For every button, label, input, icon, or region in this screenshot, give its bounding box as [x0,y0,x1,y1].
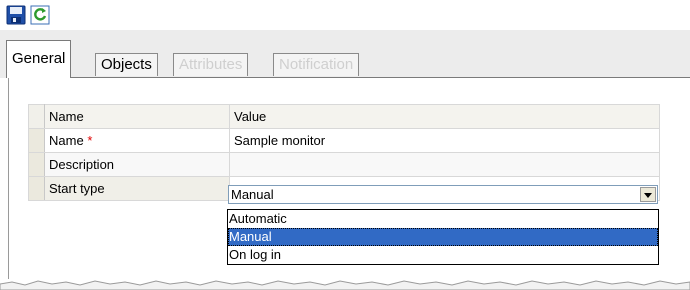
tab-general[interactable]: General [6,40,72,78]
torn-edge [0,280,690,290]
row-gutter [28,152,45,177]
tab-objects[interactable]: Objects [95,53,158,76]
refresh-icon[interactable] [30,5,50,25]
save-icon[interactable] [6,5,26,25]
option-on-log-in[interactable]: On log in [228,246,658,264]
table-row[interactable]: Name * Sample monitor [28,128,660,153]
property-label: Name [49,133,84,148]
start-type-dropdown-list: Automatic Manual On log in [227,209,659,265]
name-value-field[interactable]: Sample monitor [229,128,660,153]
start-type-select[interactable]: Manual [228,185,658,204]
description-value-field[interactable] [229,152,660,177]
option-automatic[interactable]: Automatic [228,210,658,228]
required-marker: * [87,133,93,148]
property-name: Name * [44,128,230,153]
row-gutter [28,104,45,129]
start-type-selected-value: Manual [231,187,274,202]
grid-header-row: Name Value [28,104,660,129]
table-row[interactable]: Description [28,152,660,177]
property-name: Start type [44,176,230,201]
tab-notification: Notification [273,53,360,76]
header-value: Value [229,104,660,129]
tab-attributes: Attributes [173,53,249,76]
toolbar [0,0,690,30]
property-name: Description [44,152,230,177]
chevron-down-icon[interactable] [640,187,656,202]
header-name: Name [44,104,230,129]
row-gutter [28,128,45,153]
row-gutter [28,176,45,201]
option-manual[interactable]: Manual [228,228,658,246]
